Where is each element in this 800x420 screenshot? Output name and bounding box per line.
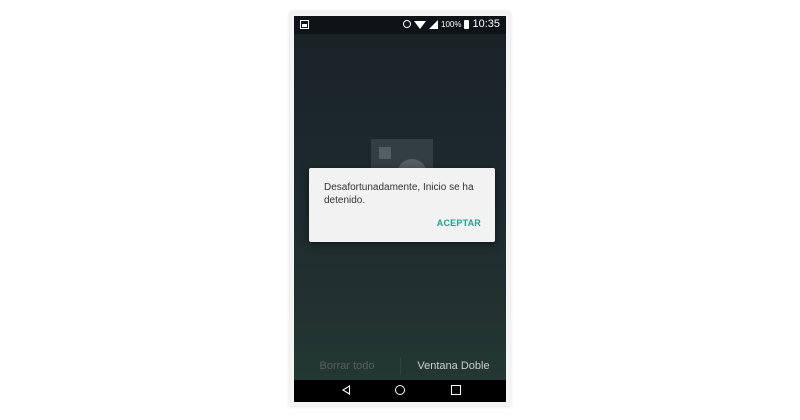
signal-icon (429, 19, 438, 29)
wifi-icon (414, 21, 426, 29)
thumbnail-square-shape (379, 147, 391, 159)
battery-percentage: 100% (441, 19, 462, 29)
error-dialog: Desafortunadamente, Inicio se ha detenid… (309, 168, 495, 242)
gallery-icon (300, 20, 309, 29)
clock-time: 10:35 (472, 18, 500, 30)
dialog-message: Desafortunadamente, Inicio se ha detenid… (324, 182, 474, 206)
phone-screen: 100% 10:35 Desafortunadamente, Inicio se… (294, 16, 506, 402)
phone-frame: 100% 10:35 Desafortunadamente, Inicio se… (290, 12, 510, 406)
recent-apps-actions: Borrar todo Ventana Doble (294, 352, 506, 380)
status-bar: 100% 10:35 (294, 16, 506, 34)
back-icon[interactable] (342, 385, 350, 395)
clear-all-button[interactable]: Borrar todo (294, 360, 400, 372)
battery-icon (464, 19, 470, 29)
dual-window-button[interactable]: Ventana Doble (401, 360, 506, 372)
status-indicators: 100% 10:35 (403, 18, 500, 30)
navigation-bar (294, 380, 506, 402)
home-icon[interactable] (395, 385, 405, 395)
accept-button[interactable]: ACEPTAR (437, 218, 481, 228)
alarm-icon (403, 20, 411, 28)
recent-apps-icon[interactable] (451, 385, 461, 395)
